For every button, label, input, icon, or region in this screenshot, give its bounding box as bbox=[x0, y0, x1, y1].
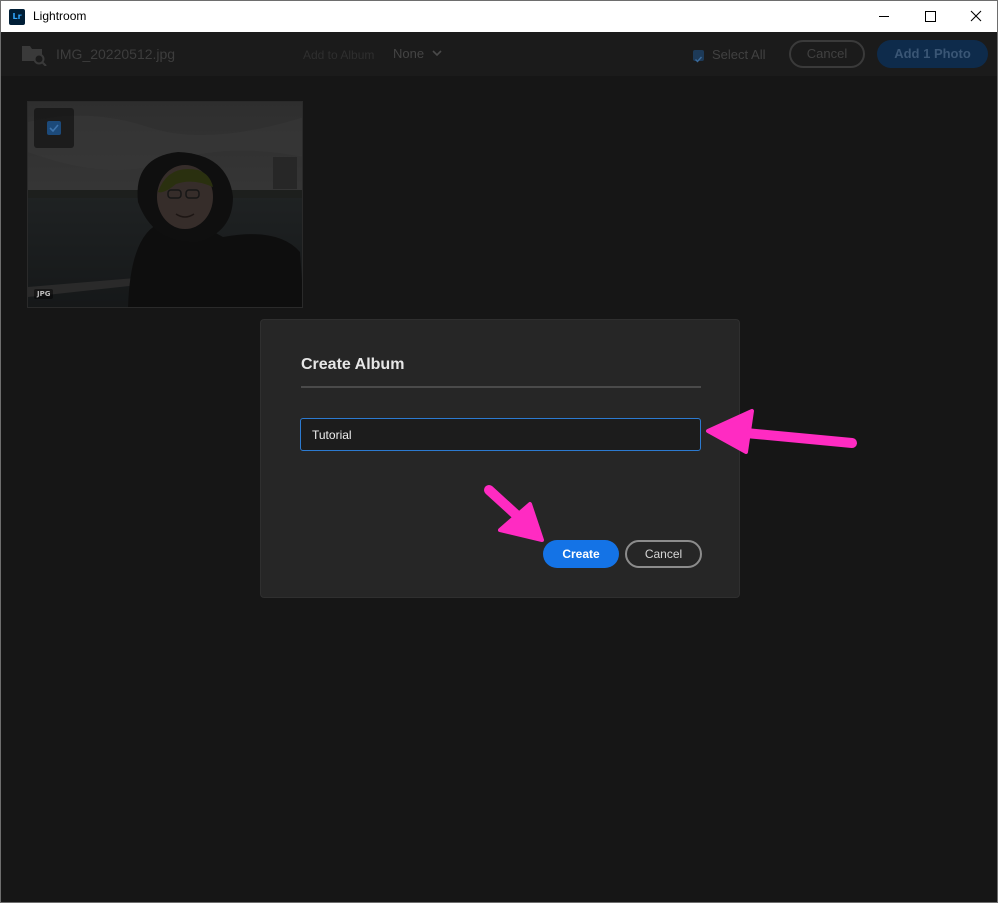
maximize-icon bbox=[925, 11, 936, 22]
cancel-button[interactable]: Cancel bbox=[625, 540, 702, 568]
window-title: Lightroom bbox=[33, 9, 87, 23]
minimize-button[interactable] bbox=[861, 1, 907, 32]
thumbnail-select-toggle[interactable] bbox=[34, 108, 74, 148]
chevron-down-icon[interactable] bbox=[432, 49, 442, 57]
select-all-label[interactable]: Select All bbox=[712, 47, 765, 62]
create-album-dialog: Create Album Create Cancel bbox=[260, 319, 740, 598]
lightroom-window: Lr Lightroom IMG_20220512.jpg Add to Alb… bbox=[0, 0, 998, 903]
maximize-button[interactable] bbox=[907, 1, 953, 32]
album-select[interactable]: None bbox=[393, 46, 424, 61]
thumbnail-checkbox[interactable] bbox=[47, 121, 61, 135]
album-name-input[interactable] bbox=[300, 418, 701, 451]
create-button[interactable]: Create bbox=[543, 540, 619, 568]
close-icon bbox=[970, 10, 982, 22]
source-file-name: IMG_20220512.jpg bbox=[56, 46, 176, 62]
import-cancel-button[interactable]: Cancel bbox=[789, 40, 865, 68]
folder-search-icon bbox=[22, 46, 47, 66]
add-to-album-label: Add to Album bbox=[303, 48, 375, 62]
check-icon bbox=[49, 124, 59, 133]
lightroom-logo-icon: Lr bbox=[9, 9, 25, 25]
file-format-badge: JPG bbox=[34, 289, 54, 299]
check-icon bbox=[695, 56, 703, 63]
import-toolbar: IMG_20220512.jpg Add to Album None Selec… bbox=[1, 32, 997, 76]
dialog-title: Create Album bbox=[301, 356, 405, 373]
minimize-icon bbox=[879, 16, 889, 17]
select-all-checkbox[interactable] bbox=[693, 50, 704, 63]
add-photo-button[interactable]: Add 1 Photo bbox=[877, 40, 988, 68]
close-button[interactable] bbox=[953, 1, 997, 32]
photo-thumbnail[interactable]: JPG bbox=[27, 101, 303, 308]
dialog-divider bbox=[301, 386, 701, 388]
title-bar: Lr Lightroom bbox=[1, 1, 997, 32]
